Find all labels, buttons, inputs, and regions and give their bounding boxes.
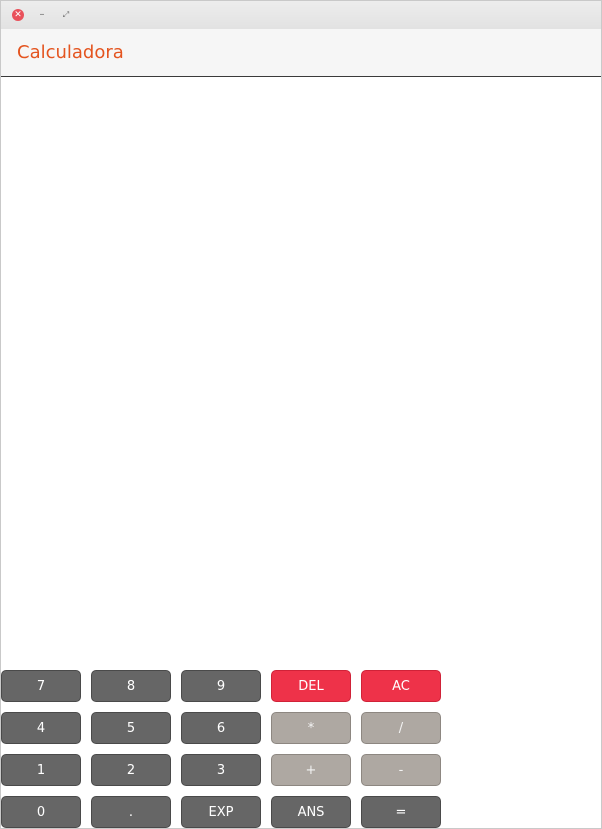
answer-button[interactable]: ANS (271, 796, 351, 828)
maximize-icon[interactable]: ⤢ (60, 9, 72, 21)
multiply-button[interactable]: * (271, 712, 351, 744)
exponent-button[interactable]: EXP (181, 796, 261, 828)
subtract-button[interactable]: - (361, 754, 441, 786)
key-3[interactable]: 3 (181, 754, 261, 786)
divide-button[interactable]: / (361, 712, 441, 744)
calculator-window: ✕ – ⤢ Calculadora 7 8 9 DEL AC 4 5 6 * /… (0, 0, 602, 829)
key-5[interactable]: 5 (91, 712, 171, 744)
all-clear-button[interactable]: AC (361, 670, 441, 702)
key-6[interactable]: 6 (181, 712, 261, 744)
minimize-icon[interactable]: – (36, 9, 48, 21)
key-2[interactable]: 2 (91, 754, 171, 786)
page-title: Calculadora (17, 42, 124, 63)
close-icon[interactable]: ✕ (12, 9, 24, 21)
key-4[interactable]: 4 (1, 712, 81, 744)
app-header: Calculadora (1, 29, 601, 77)
key-8[interactable]: 8 (91, 670, 171, 702)
title-bar: ✕ – ⤢ (1, 1, 601, 29)
decimal-point-button[interactable]: . (91, 796, 171, 828)
delete-button[interactable]: DEL (271, 670, 351, 702)
key-1[interactable]: 1 (1, 754, 81, 786)
equals-button[interactable]: = (361, 796, 441, 828)
calculator-display (1, 77, 601, 667)
add-button[interactable]: + (271, 754, 351, 786)
key-9[interactable]: 9 (181, 670, 261, 702)
key-0[interactable]: 0 (1, 796, 81, 828)
key-7[interactable]: 7 (1, 670, 81, 702)
